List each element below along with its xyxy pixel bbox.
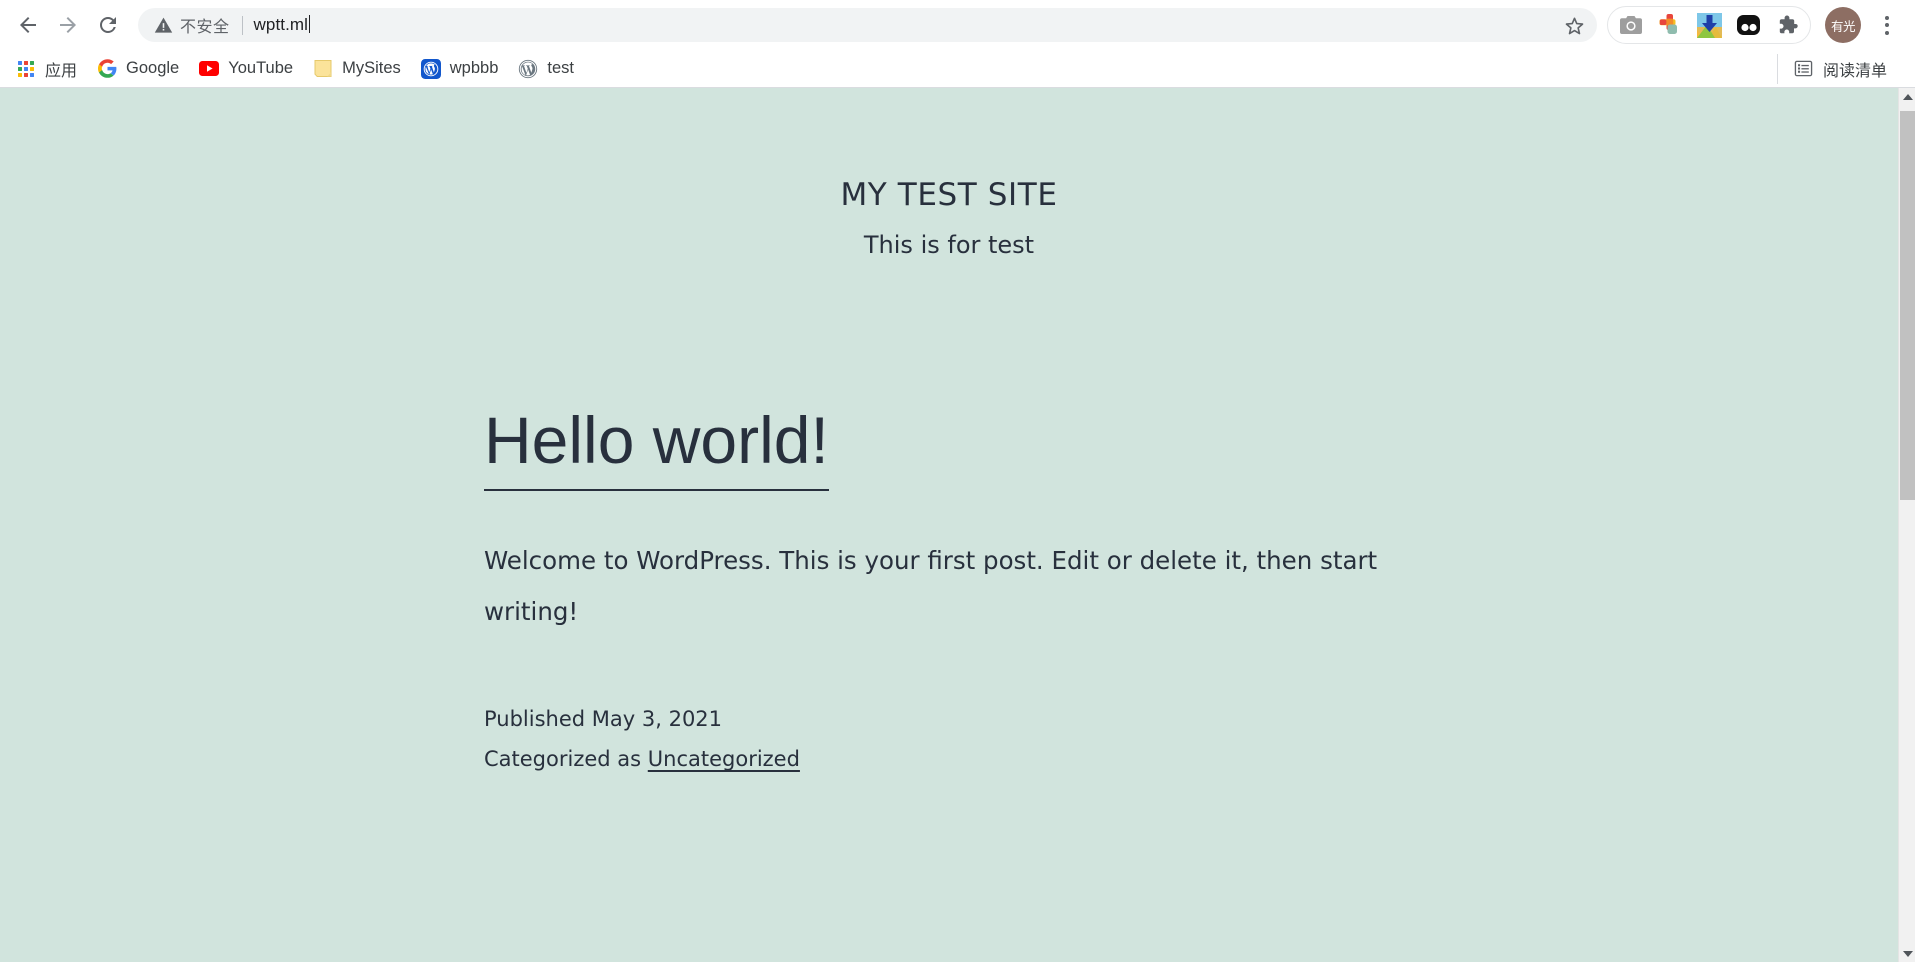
bookmark-test[interactable]: test [514,54,584,84]
reading-list-icon [1794,59,1814,79]
bookmark-label: wpbbb [449,59,499,77]
avatar-label: 有光 [1830,18,1856,34]
reload-button[interactable] [88,5,128,45]
address-bar[interactable]: 不安全 wptt.ml [138,8,1597,42]
arrow-right-icon [60,17,76,33]
warning-triangle-icon [154,17,173,33]
bookmark-wpbbb[interactable]: wpbbb [417,54,509,84]
reading-list-button[interactable]: 阅读清单 [1776,53,1895,84]
puzzle-piece-icon[interactable] [1774,12,1800,38]
browser-chrome: 不安全 wptt.ml 有光 应用 Google YouTube MySites… [0,0,1915,88]
page-scrollbar[interactable] [1898,88,1915,962]
bookmark-label: YouTube [228,59,294,77]
bookmark-star-button[interactable] [1557,8,1591,42]
forward-button[interactable] [48,5,88,45]
website-content: MY TEST SITE This is for test Hello worl… [0,88,1898,962]
three-dot-menu-icon [1885,23,1889,27]
scrollbar-thumb[interactable] [1900,111,1915,500]
back-button[interactable] [8,5,48,45]
post-meta: Published May 3, 2021 Categorized as Unc… [484,699,1404,779]
omnibox-divider [241,15,243,35]
bookmark-label: MySites [342,59,401,77]
categorized-prefix: Categorized as [484,747,648,771]
folder-icon [313,59,333,79]
site-title: MY TEST SITE [840,177,1058,213]
bookmark-mysites[interactable]: MySites [309,54,411,84]
bookmark-google[interactable]: Google [93,54,189,84]
post-title-link[interactable]: Hello world! [484,403,829,491]
arrow-left-icon [20,17,36,33]
post-category-line: Categorized as Uncategorized [484,739,1404,779]
bookmark-label: test [547,59,574,77]
wordpress-blue-icon [420,58,441,79]
three-dot-menu-icon [1885,15,1889,20]
extensions-toolbar [1607,6,1811,44]
reload-icon [99,17,116,33]
colorful-plus-icon[interactable] [1657,12,1683,38]
triangle-up-icon [1902,93,1913,100]
post-published-date: Published May 3, 2021 [484,707,723,731]
bookmark-youtube[interactable]: YouTube [195,54,303,84]
google-icon [97,59,117,79]
star-outline-icon [1565,16,1583,34]
post-title: Hello world! [484,403,1404,491]
post-category-link[interactable]: Uncategorized [648,747,800,771]
triangle-down-icon [1902,950,1913,957]
youtube-icon [199,59,220,79]
bookmark-apps[interactable]: 应用 [12,54,87,84]
security-indicator[interactable]: 不安全 [154,13,230,37]
bookmark-label: 应用 [45,60,78,80]
text-caret [309,15,311,33]
post-article: Hello world! Welcome to WordPress. This … [484,403,1404,779]
site-tagline: This is for test [863,231,1035,259]
reading-list-label: 阅读清单 [1822,60,1887,80]
scroll-down-arrow-icon[interactable] [1899,945,1915,962]
security-label: 不安全 [180,17,230,36]
url-value: wptt.ml [253,15,309,34]
browser-menu-button[interactable] [1867,5,1907,45]
post-excerpt: Welcome to WordPress. This is your first… [484,546,1378,626]
url-text[interactable]: wptt.ml [254,15,1557,35]
three-dot-menu-icon [1885,30,1889,35]
scroll-up-arrow-icon[interactable] [1899,88,1915,105]
bookmarks-bar: 应用 Google YouTube MySites wpbbb test 阅读清… [0,50,1915,88]
camera-icon[interactable] [1618,12,1644,38]
avatar[interactable]: 有光 [1825,7,1861,43]
two-dots-icon[interactable] [1735,12,1761,38]
download-arrow-icon[interactable] [1696,12,1722,38]
page-viewport: MY TEST SITE This is for test Hello worl… [0,88,1915,962]
wordpress-gray-icon [518,59,538,79]
apps-grid-icon [16,59,36,79]
bookmark-label: Google [126,59,180,77]
browser-toolbar: 不安全 wptt.ml 有光 [0,0,1915,50]
site-header: MY TEST SITE This is for test [0,88,1898,259]
